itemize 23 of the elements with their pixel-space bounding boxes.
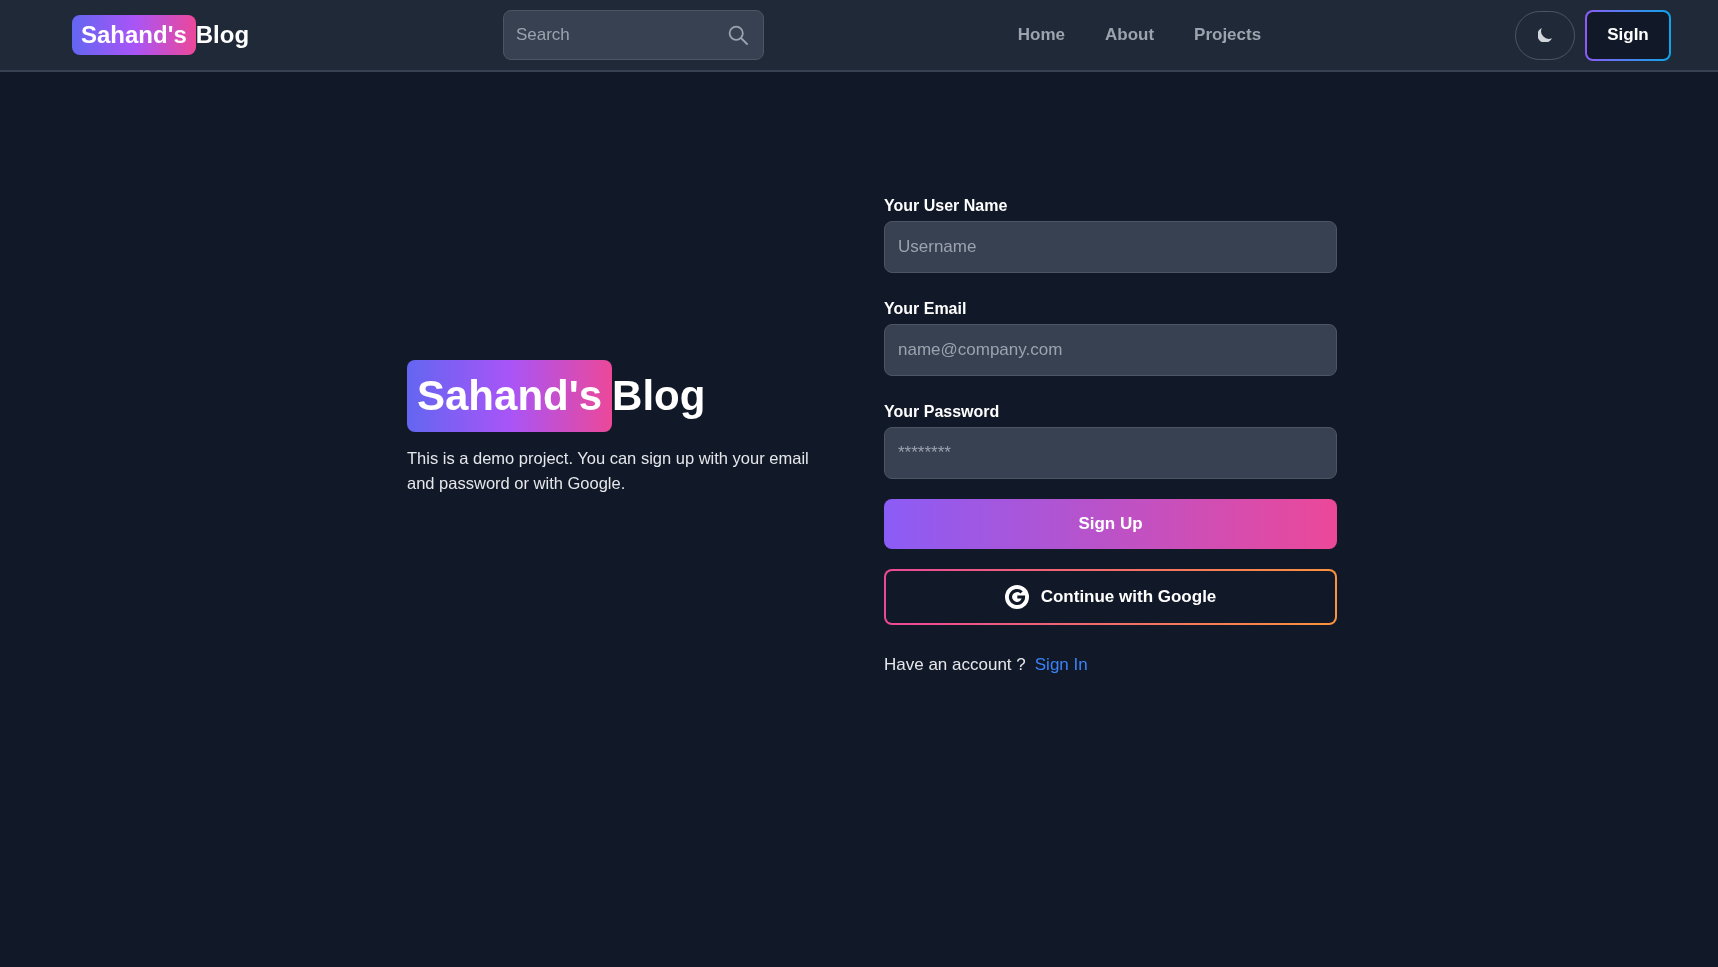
sign-up-button[interactable]: Sign Up [884, 499, 1337, 549]
account-prompt: Have an account ? [884, 655, 1026, 675]
field-label: Your Password [884, 402, 1001, 422]
moon-icon [1538, 28, 1552, 42]
g-logo-icon [1004, 585, 1029, 609]
field-label: Your User Name [884, 196, 1009, 216]
signin-button[interactable]: SigIn [1585, 9, 1671, 61]
google-button[interactable]: Continue with Google [884, 569, 1337, 625]
logo-highlight: Sahand's [407, 359, 613, 432]
nav-link[interactable]: Projects [1194, 25, 1262, 45]
search-field[interactable]: Search [502, 10, 764, 60]
input-field[interactable]: Username [884, 221, 1337, 273]
logo-text[interactable]: Blog [195, 15, 250, 55]
intro-description: This is a demo project. You can sign up with your email and password or with Google. [407, 447, 810, 494]
nav-link[interactable]: About [1104, 25, 1155, 45]
logo-text: Blog [612, 370, 706, 421]
field-label: Your Email [884, 299, 968, 319]
nav-link[interactable]: Home [1017, 25, 1065, 45]
sign-in-link[interactable]: Sign In [1034, 655, 1088, 675]
search-icon[interactable] [727, 25, 748, 45]
logo-highlight[interactable]: Sahand's [72, 15, 196, 55]
input-field[interactable]: name@company.com [884, 324, 1337, 376]
input-field[interactable]: ******** [884, 427, 1337, 479]
